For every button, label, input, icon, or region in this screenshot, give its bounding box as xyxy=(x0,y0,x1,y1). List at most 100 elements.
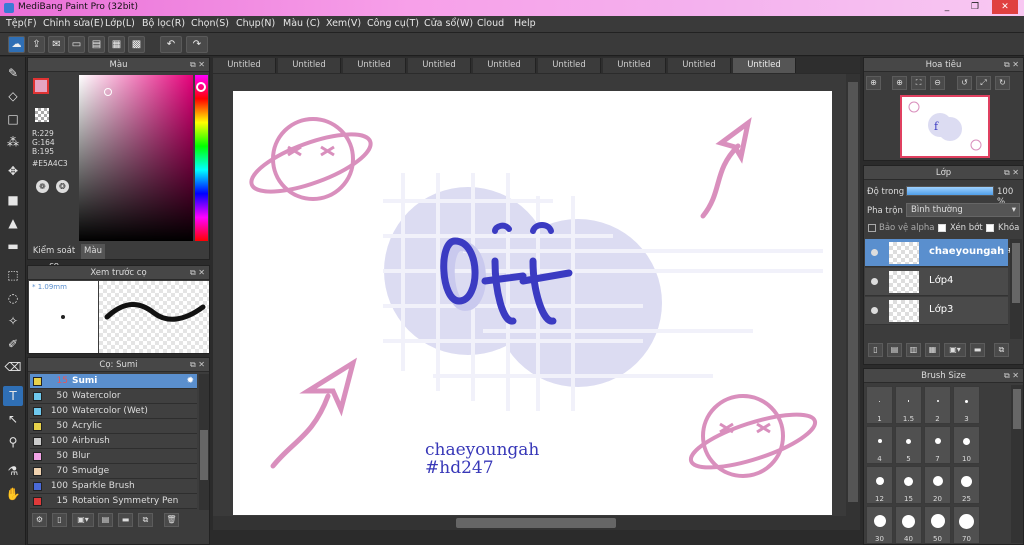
zoom-in-icon[interactable]: ⊕ xyxy=(866,76,881,90)
select-pen-icon[interactable]: ✐ xyxy=(3,334,23,354)
palette-icon[interactable]: ❁ xyxy=(36,180,49,193)
move-icon[interactable]: ✥ xyxy=(3,161,23,181)
panel-close-icon[interactable]: ⧉ ✕ xyxy=(1004,58,1019,72)
maximize-button[interactable]: ❐ xyxy=(962,0,988,14)
hue-handle[interactable] xyxy=(196,82,206,92)
actual-size-icon[interactable]: ⊖ xyxy=(930,76,945,90)
brush-size-cell[interactable]: 2 xyxy=(924,386,951,424)
scroll-thumb[interactable] xyxy=(200,430,208,480)
canvas-paper[interactable]: chaeyoungah #hd247 xyxy=(233,91,832,515)
menu-layer[interactable]: Lớp(L) xyxy=(105,18,135,29)
gear-icon[interactable]: ✹ xyxy=(186,374,194,389)
menu-tools[interactable]: Công cụ(T) xyxy=(367,18,419,29)
brush-copy-icon[interactable]: ▤ xyxy=(98,513,113,527)
brush-item[interactable]: 50 Blur xyxy=(30,449,197,464)
eye-icon[interactable] xyxy=(871,249,878,256)
layer-row-lop3[interactable]: Lớp3 xyxy=(865,297,1008,325)
transparent-swatch[interactable] xyxy=(35,108,49,122)
new-layer-icon[interactable]: ▯ xyxy=(868,343,883,357)
brush-new-icon[interactable]: ▯ xyxy=(52,513,67,527)
brush-size-cell[interactable]: 25 xyxy=(953,466,980,504)
fill-rect-icon[interactable]: ■ xyxy=(3,190,23,210)
vertical-scroll-thumb[interactable] xyxy=(848,82,858,502)
menu-file[interactable]: Tệp(F) xyxy=(6,18,37,29)
brush-icon[interactable]: ✎ xyxy=(3,63,23,83)
brush-item[interactable]: 15 Sumi ✹ xyxy=(30,374,197,389)
vertical-scrollbar[interactable] xyxy=(846,74,860,516)
tab-color[interactable]: Màu xyxy=(81,244,105,259)
menu-help[interactable]: Help xyxy=(514,18,536,29)
rotate-left-icon[interactable]: ↺ xyxy=(957,76,972,90)
eraser-icon[interactable]: ◇ xyxy=(3,86,23,106)
brush-size-cell[interactable]: 50 xyxy=(924,506,951,544)
brush-list-scrollbar[interactable] xyxy=(199,374,209,510)
flip-icon[interactable]: ⤢ xyxy=(976,76,991,90)
dot-brush-icon[interactable]: ⁂ xyxy=(3,132,23,152)
panel-close-icon[interactable]: ⧉ ✕ xyxy=(190,58,205,72)
cloud-icon[interactable]: ☁ xyxy=(8,36,25,53)
panel-close-icon[interactable]: ⧉ ✕ xyxy=(1004,166,1019,180)
lock-checkbox[interactable] xyxy=(986,224,994,232)
primary-color-swatch[interactable] xyxy=(33,78,49,94)
eyedropper-icon[interactable]: ⚗ xyxy=(3,461,23,481)
dropper-icon[interactable]: ⚲ xyxy=(3,432,23,452)
navigator-thumbnail[interactable]: f xyxy=(900,95,990,158)
brush-size-cell[interactable]: 7 xyxy=(924,426,951,464)
horizontal-scrollbar[interactable] xyxy=(213,516,860,530)
brush-folder-icon[interactable]: ▬ xyxy=(118,513,133,527)
brush-size-cell[interactable]: 4 xyxy=(866,426,893,464)
tab-untitled-5[interactable]: Untitled xyxy=(473,58,536,73)
document-icon[interactable]: ▤ xyxy=(88,36,105,53)
tab-untitled-2[interactable]: Untitled xyxy=(278,58,341,73)
menu-view[interactable]: Xem(V) xyxy=(326,18,361,29)
brush-size-cell[interactable]: 3 xyxy=(953,386,980,424)
select-eraser-icon[interactable]: ⌫ xyxy=(3,357,23,377)
gradient-icon[interactable]: ▬ xyxy=(3,236,23,256)
protect-alpha-checkbox[interactable] xyxy=(868,224,876,232)
bucket-icon[interactable]: ▲ xyxy=(3,213,23,233)
brush-size-cell[interactable]: 20 xyxy=(924,466,951,504)
minimize-button[interactable]: _ xyxy=(934,0,960,14)
brush-menu-icon[interactable]: ▣▾ xyxy=(72,513,94,527)
layer-duplicate-icon[interactable]: ⧉ xyxy=(994,343,1009,357)
tab-untitled-3[interactable]: Untitled xyxy=(343,58,406,73)
horizontal-scroll-thumb[interactable] xyxy=(456,518,616,528)
layer-scrollbar[interactable] xyxy=(1010,239,1022,339)
zoom-out-icon[interactable]: ⊕ xyxy=(892,76,907,90)
blend-mode-select[interactable]: Bình thường ▾ xyxy=(906,203,1020,217)
menu-edit[interactable]: Chỉnh sửa(E) xyxy=(43,18,104,29)
brush-duplicate-icon[interactable]: ⧉ xyxy=(138,513,153,527)
rectangle-icon[interactable]: □ xyxy=(3,109,23,129)
brush-item[interactable]: 70 Smudge xyxy=(30,464,197,479)
color-cursor[interactable] xyxy=(104,88,112,96)
fit-icon[interactable]: ⛶ xyxy=(911,76,926,90)
share-icon[interactable]: ⇪ xyxy=(28,36,45,53)
brush-item[interactable]: 100 Airbrush xyxy=(30,434,197,449)
operation-icon[interactable]: ↖ xyxy=(3,409,23,429)
menu-capture[interactable]: Chụp(N) xyxy=(236,18,275,29)
tab-untitled-1[interactable]: Untitled xyxy=(213,58,276,73)
menu-window[interactable]: Cửa sổ(W) xyxy=(424,18,473,29)
menu-select[interactable]: Chọn(S) xyxy=(191,18,229,29)
panel-close-icon[interactable]: ⧉ ✕ xyxy=(190,358,205,372)
layer-folder-icon[interactable]: ▬ xyxy=(970,343,985,357)
brush-item[interactable]: 100 Sparkle Brush xyxy=(30,479,197,494)
brush-size-cell[interactable]: 10 xyxy=(953,426,980,464)
clip-checkbox[interactable] xyxy=(938,224,946,232)
menu-cloud[interactable]: Cloud xyxy=(477,18,504,29)
lasso-icon[interactable]: ◌ xyxy=(3,288,23,308)
menu-filter[interactable]: Bộ lọc(R) xyxy=(142,18,185,29)
saturation-value-picker[interactable] xyxy=(79,75,193,241)
brush-size-cell[interactable]: 40 xyxy=(895,506,922,544)
rotate-right-icon[interactable]: ↻ xyxy=(995,76,1010,90)
panel-close-icon[interactable]: ⧉ ✕ xyxy=(190,266,205,280)
grid-icon[interactable]: ▩ xyxy=(128,36,145,53)
chat-icon[interactable]: ▭ xyxy=(68,36,85,53)
brush-add-icon[interactable]: ⚙ xyxy=(32,513,47,527)
opacity-slider[interactable] xyxy=(906,186,994,196)
tab-untitled-6[interactable]: Untitled xyxy=(538,58,601,73)
layer-row-chaeyoungah[interactable]: chaeyoungah ✹ xyxy=(865,239,1018,267)
brush-size-cell[interactable]: 15 xyxy=(895,466,922,504)
brush-item[interactable]: 15 Rotation Symmetry Pen xyxy=(30,494,197,509)
brush-size-cell[interactable]: 70 xyxy=(953,506,980,544)
